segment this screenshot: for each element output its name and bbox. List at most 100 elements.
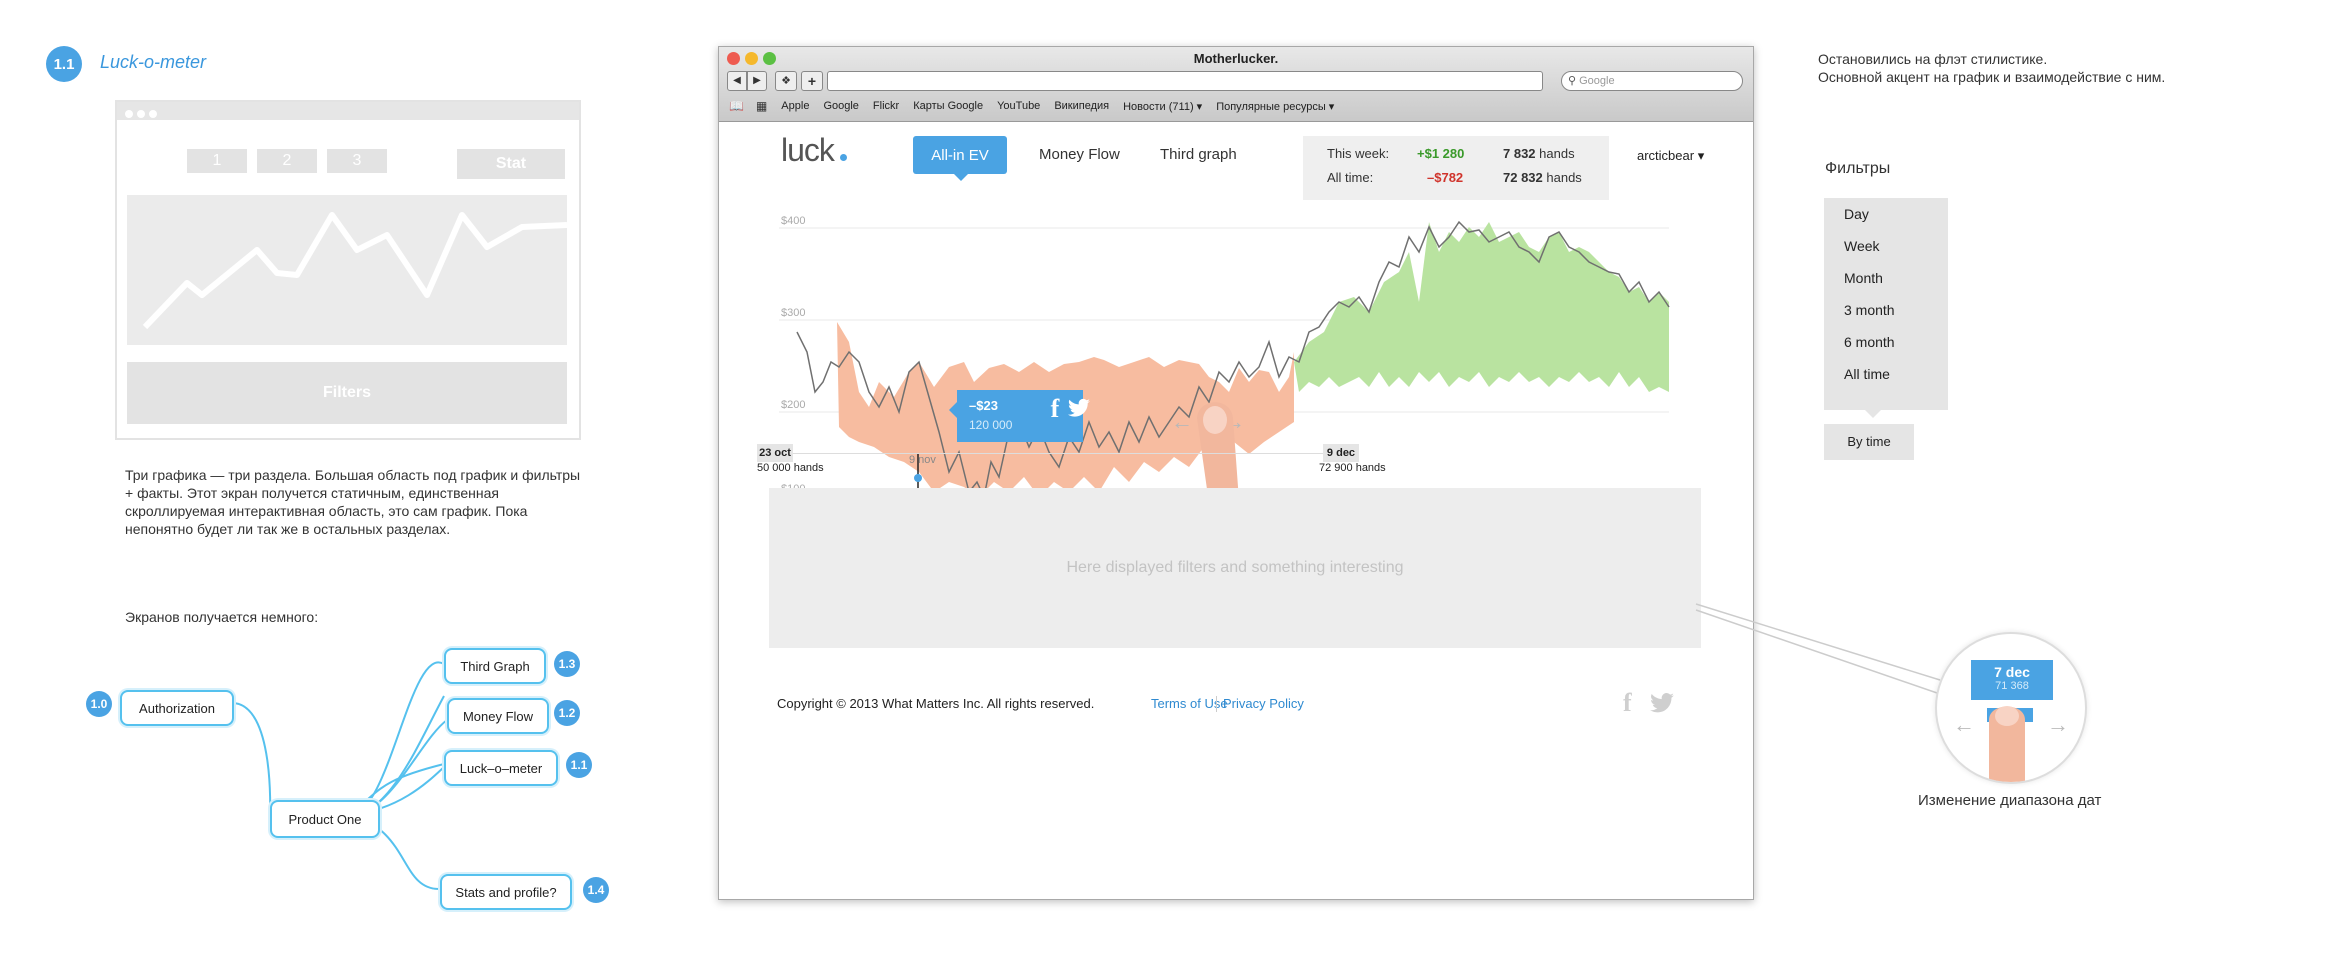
- reading-list-icon[interactable]: 📖: [729, 99, 744, 113]
- by-time-button[interactable]: By time: [1824, 424, 1914, 460]
- diagram-badge-third: 1.3: [554, 651, 580, 677]
- positive-area: [1294, 222, 1669, 392]
- diagram-node-luck-o-meter: Luck–o–meter: [444, 750, 558, 786]
- zoom-finger-icon: [1989, 706, 2025, 782]
- bookmark-news[interactable]: Новости (711) ▾: [1123, 100, 1202, 113]
- zoom-hands: 71 368: [1995, 680, 2029, 692]
- filter-all-time[interactable]: All time: [1824, 358, 1948, 390]
- filter-6-month[interactable]: 6 month: [1824, 326, 1948, 358]
- stats-box: This week: +$1 280 7 832 hands All time:…: [1303, 136, 1609, 200]
- all-time-value: –$782: [1427, 170, 1464, 185]
- twitter-share-icon[interactable]: [1067, 398, 1095, 426]
- style-note: Остановились на флэт стилистике. Основно…: [1818, 51, 2166, 85]
- filter-day[interactable]: Day: [1824, 198, 1948, 230]
- timeline-start-hands: 50 000 hands: [757, 462, 824, 474]
- zoom-magnifier: 7 dec 71 368 ← →: [1935, 632, 2087, 784]
- tooltip-hands: 120 000: [969, 418, 1013, 432]
- app-page: luck All-in EV Money Flow Third graph Th…: [719, 122, 1753, 899]
- filters-title: Фильтры: [1825, 160, 1891, 177]
- twitter-footer-icon[interactable]: [1649, 692, 1675, 719]
- evernote-icon[interactable]: ❖: [775, 71, 797, 91]
- timeline-end-handle[interactable]: 9 dec: [1323, 444, 1359, 462]
- week-hands: 7 832 hands: [1503, 146, 1575, 161]
- bookmark-youtube[interactable]: YouTube: [997, 100, 1040, 112]
- zoom-date-tooltip: 7 dec 71 368: [1971, 660, 2053, 700]
- wireframe-tab-1: 1: [187, 149, 247, 173]
- user-menu[interactable]: arcticbear ▾: [1637, 148, 1704, 164]
- address-bar[interactable]: [827, 71, 1543, 91]
- zoom-date: 7 dec: [1994, 664, 2030, 680]
- diagram-node-money-flow: Money Flow: [447, 698, 549, 734]
- diagram-node-stats: Stats and profile?: [440, 874, 572, 910]
- diagram-badge-stats: 1.4: [583, 877, 609, 903]
- y-tick-300: $300: [781, 307, 805, 319]
- search-icon: ⚲: [1568, 75, 1577, 87]
- bookmark-flickr[interactable]: Flickr: [873, 100, 899, 112]
- bookmarks-bar: 📖 ▦ Apple Google Flickr Карты Google You…: [729, 99, 1348, 113]
- filter-week[interactable]: Week: [1824, 230, 1948, 262]
- browser-window: Motherlucker. ◀ ▶ ❖ + ⚲ Google 📖 ▦ Apple…: [718, 46, 1754, 900]
- app-logo[interactable]: luck: [781, 132, 847, 169]
- copyright-text: Copyright © 2013 What Matters Inc. All r…: [777, 696, 1095, 711]
- top-sites-icon[interactable]: ▦: [756, 99, 767, 113]
- zoom-caption: Изменение диапазона дат: [1918, 792, 2102, 809]
- tooltip-value: –$23: [969, 398, 998, 413]
- zoom-callout-lines: [1695, 603, 1941, 695]
- timeline-mid-label: 9 nov: [909, 454, 936, 466]
- wireframe-chart: [127, 195, 568, 345]
- back-button[interactable]: ◀: [727, 71, 747, 91]
- logo-dot-icon: [839, 154, 847, 161]
- filter-month[interactable]: Month: [1824, 262, 1948, 294]
- facebook-footer-icon[interactable]: f: [1623, 688, 1632, 718]
- wireframe-tab-2: 2: [257, 149, 317, 173]
- search-placeholder: Google: [1579, 75, 1615, 87]
- timeline-end-hands: 72 900 hands: [1319, 462, 1386, 474]
- diagram-badge-luck: 1.1: [566, 752, 592, 778]
- tab-money-flow[interactable]: Money Flow: [1039, 146, 1120, 163]
- week-label: This week:: [1327, 146, 1390, 161]
- filters-list: Day Week Month 3 month 6 month All time: [1824, 198, 1948, 410]
- diagram-badge-auth: 1.0: [86, 691, 112, 717]
- zoom-left-arrow-icon: ←: [1953, 712, 1975, 737]
- search-field[interactable]: ⚲ Google: [1561, 71, 1743, 91]
- forward-button[interactable]: ▶: [747, 71, 767, 91]
- diagram-node-authorization: Authorization: [120, 690, 234, 726]
- filters-placeholder-panel: Here displayed filters and something int…: [769, 488, 1701, 648]
- y-tick-400: $400: [781, 215, 805, 227]
- scroll-left-arrow-icon: ←: [1171, 409, 1193, 434]
- wireframe-sketch: 1 2 3 Stat Filters: [115, 100, 581, 440]
- all-time-hands: 72 832 hands: [1503, 170, 1582, 185]
- section-title: Luck-o-meter: [100, 52, 207, 72]
- selected-point: [914, 474, 922, 482]
- week-value: +$1 280: [1417, 146, 1465, 161]
- add-bookmark-button[interactable]: +: [801, 71, 823, 91]
- diagram-node-third-graph: Third Graph: [444, 648, 546, 684]
- diagram-node-product-one: Product One: [270, 800, 380, 838]
- browser-title: Motherlucker.: [1193, 51, 1279, 66]
- bookmark-apple[interactable]: Apple: [781, 100, 809, 112]
- chart-tooltip: –$23 120 000 f: [949, 390, 1090, 442]
- bookmark-google-maps[interactable]: Карты Google: [913, 100, 983, 112]
- tab-all-in-ev[interactable]: All-in EV: [913, 136, 1007, 174]
- y-tick-200: $200: [781, 399, 805, 411]
- wireframe-stat: Stat: [457, 149, 565, 179]
- diagram-badge-money: 1.2: [554, 700, 580, 726]
- footer-divider: [1216, 696, 1217, 712]
- ev-chart[interactable]: $400 $300 $200 $100 ← →: [719, 192, 1753, 492]
- section-badge: 1.1: [46, 46, 82, 82]
- filter-3-month[interactable]: 3 month: [1824, 294, 1948, 326]
- description-text: Три графика — три раздела. Большая облас…: [125, 467, 581, 537]
- filters-pointer: [1865, 410, 1881, 418]
- privacy-link[interactable]: Privacy Policy: [1223, 696, 1304, 711]
- timeline-start-handle[interactable]: 23 oct: [757, 444, 793, 462]
- screens-note: Экранов получается немного:: [125, 609, 319, 625]
- facebook-share-icon[interactable]: f: [1047, 394, 1063, 424]
- bookmark-wikipedia[interactable]: Википедия: [1054, 100, 1109, 112]
- bookmark-popular[interactable]: Популярные ресурсы ▾: [1216, 100, 1334, 113]
- wireframe-titlebar: [117, 102, 579, 120]
- tab-third-graph[interactable]: Third graph: [1160, 146, 1237, 163]
- bookmark-google[interactable]: Google: [823, 100, 858, 112]
- active-tab-pointer: [954, 174, 968, 181]
- all-time-label: All time:: [1327, 170, 1374, 185]
- browser-chrome: Motherlucker. ◀ ▶ ❖ + ⚲ Google 📖 ▦ Apple…: [719, 47, 1753, 122]
